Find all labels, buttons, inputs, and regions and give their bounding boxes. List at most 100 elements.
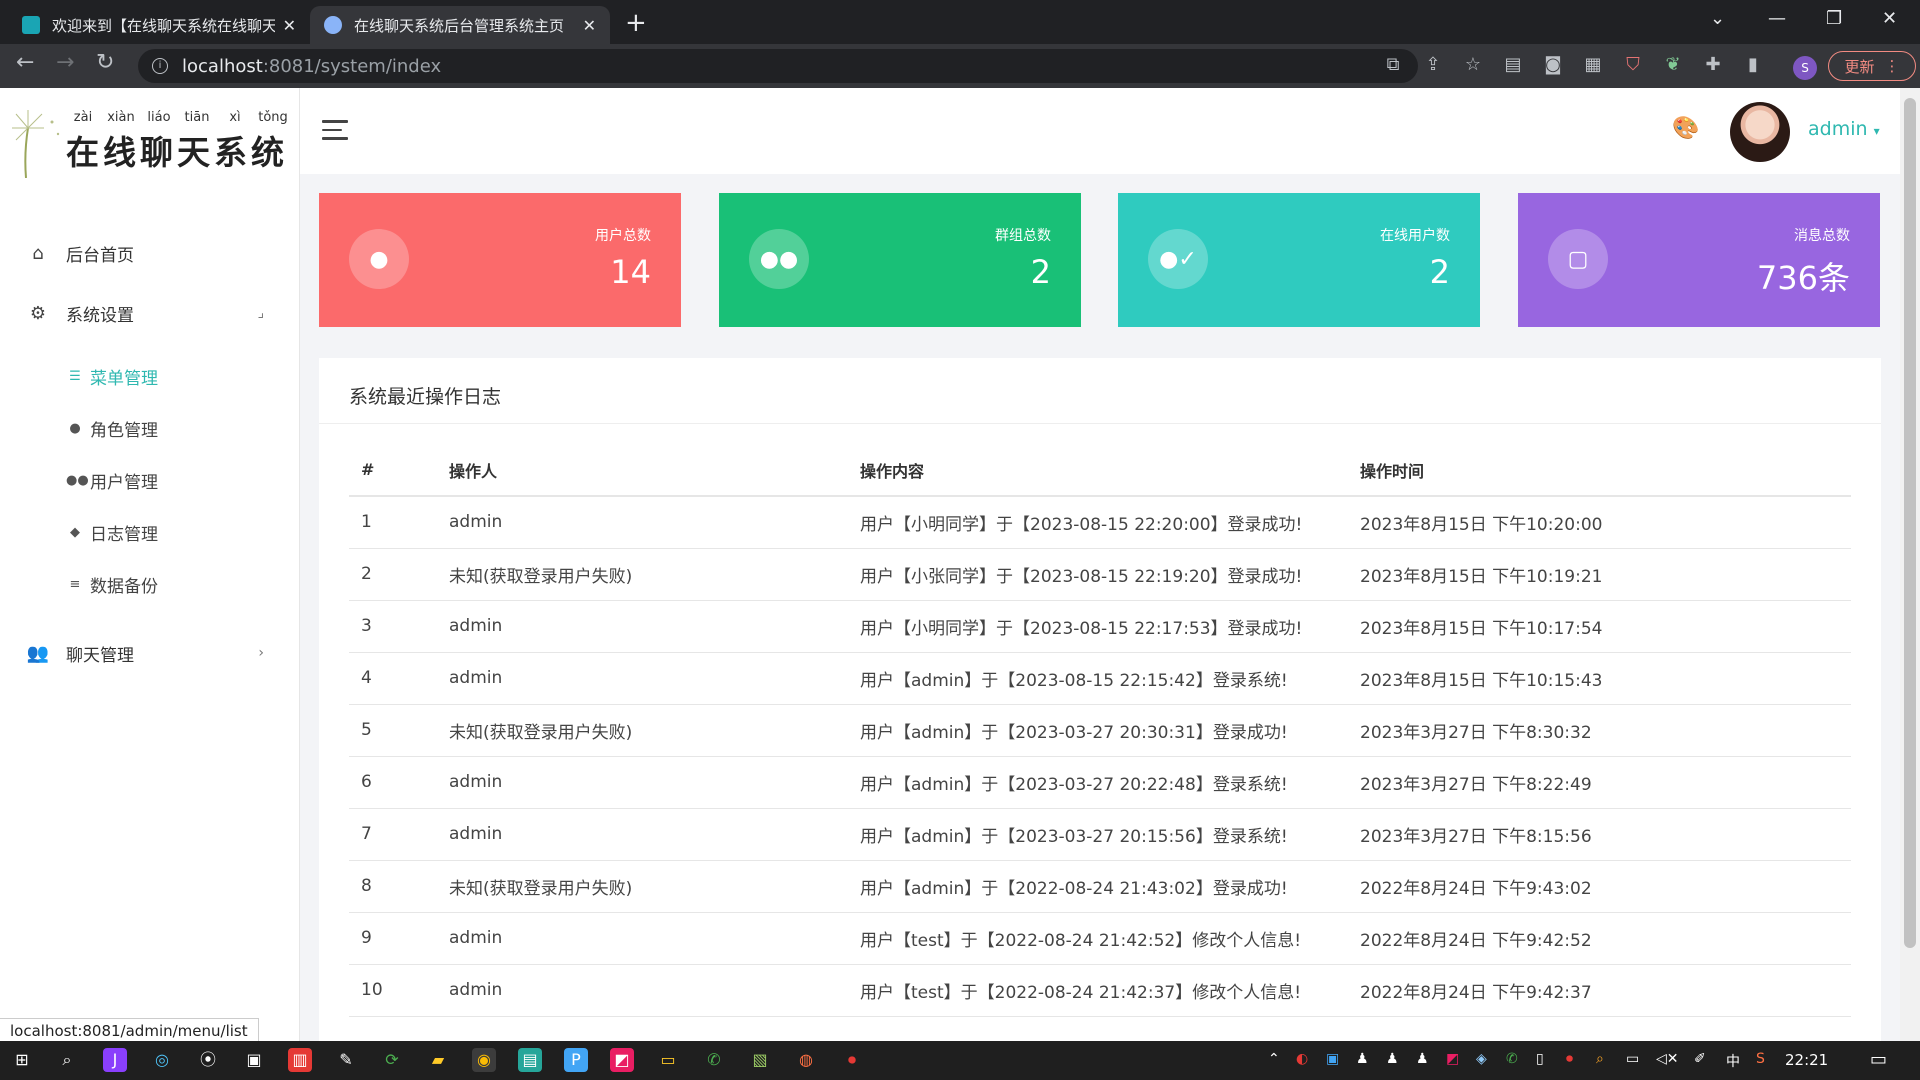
tag-icon: ◆ <box>70 524 80 540</box>
address-bar[interactable]: i localhost:8081/system/index <box>138 49 1418 83</box>
tray-qq-icon[interactable]: ♟ <box>1416 1051 1429 1067</box>
extension-leaf-icon[interactable]: ❦ <box>1660 52 1686 78</box>
cell-content: 用户【admin】于【2023-03-27 20:22:48】登录系统! <box>848 756 1348 809</box>
windows-start-icon[interactable]: ⊞ <box>10 1048 34 1072</box>
edge-app-icon[interactable]: ◎ <box>150 1048 174 1072</box>
sidebar-item-system-settings[interactable]: ⚙ 系统设置 ⌟ <box>0 293 300 333</box>
tray-app-icon[interactable]: ◈ <box>1476 1051 1487 1067</box>
tool-app-icon[interactable]: ✎ <box>334 1048 358 1072</box>
hamburger-menu-icon[interactable] <box>322 120 348 140</box>
tray-network-icon[interactable]: ▭ <box>1626 1051 1639 1067</box>
close-icon[interactable]: ✕ <box>283 16 296 35</box>
tray-app-icon[interactable]: ▣ <box>1326 1051 1339 1067</box>
user-icon: ● <box>349 229 409 289</box>
taskbar-clock[interactable]: 22:21 <box>1785 1051 1828 1069</box>
side-panel-icon[interactable]: ▮ <box>1740 52 1766 78</box>
column-header-time: 操作时间 <box>1348 444 1851 497</box>
tray-record-icon[interactable]: ⏺ <box>1566 1051 1573 1067</box>
divider <box>319 423 1881 424</box>
profile-avatar[interactable]: S <box>1793 56 1817 80</box>
stat-label: 在线用户数 <box>1380 228 1450 244</box>
new-tab-plus-icon[interactable]: + <box>625 8 647 38</box>
update-button[interactable]: 更新 ⋮ <box>1828 51 1916 81</box>
dandelion-logo-icon <box>12 110 60 178</box>
tray-volume-muted-icon[interactable]: ◁✕ <box>1656 1051 1679 1067</box>
tray-qq-icon[interactable]: ♟ <box>1356 1051 1369 1067</box>
minimize-icon[interactable]: — <box>1768 8 1786 29</box>
wechat-app-icon[interactable]: ✆ <box>702 1048 726 1072</box>
extension-image-icon[interactable]: ▦ <box>1580 52 1606 78</box>
stat-label: 消息总数 <box>1794 228 1850 244</box>
window-close-icon[interactable]: ✕ <box>1882 8 1897 29</box>
avatar[interactable] <box>1730 102 1790 162</box>
editor-app-icon[interactable]: ▧ <box>748 1048 772 1072</box>
tray-search-icon[interactable]: ⌕ <box>1596 1051 1604 1067</box>
explorer-app-icon[interactable]: ▭ <box>656 1048 680 1072</box>
extension-chat-icon[interactable]: ▤ <box>1500 52 1526 78</box>
display-app-icon[interactable]: ▣ <box>242 1048 266 1072</box>
back-arrow-icon[interactable]: ← <box>16 50 34 75</box>
sidebar-subitem-data-backup[interactable]: ≡ 数据备份 <box>0 566 300 602</box>
sidebar-subitem-log-management[interactable]: ◆ 日志管理 <box>0 514 300 550</box>
notification-icon[interactable]: ▭ <box>1870 1049 1887 1070</box>
p-app-icon[interactable]: P <box>564 1048 588 1072</box>
tray-expand-icon[interactable]: ⌃ <box>1268 1051 1280 1067</box>
tab-title: 在线聊天系统后台管理系统主页 <box>354 16 565 35</box>
tray-sogou-icon[interactable]: S <box>1756 1051 1765 1067</box>
forward-arrow-icon[interactable]: → <box>56 50 74 75</box>
close-icon[interactable]: ✕ <box>583 16 596 35</box>
open-external-icon[interactable]: ⧉ <box>1380 52 1406 78</box>
palette-icon[interactable]: 🎨 <box>1672 116 1699 141</box>
cell-index: 1 <box>349 496 437 549</box>
column-header-content: 操作内容 <box>848 444 1348 497</box>
search-icon[interactable]: ⌕ <box>55 1048 79 1072</box>
jetbrains-app-icon[interactable]: ◩ <box>610 1048 634 1072</box>
tray-wechat-icon[interactable]: ✆ <box>1506 1051 1518 1067</box>
browser-tab-admin[interactable]: 在线聊天系统后台管理系统主页 ✕ <box>310 6 610 44</box>
tray-weibo-icon[interactable]: ◐ <box>1296 1051 1308 1067</box>
sync-app-icon[interactable]: ⟳ <box>380 1048 404 1072</box>
bookmark-star-icon[interactable]: ☆ <box>1460 52 1486 78</box>
globe-favicon-icon <box>324 16 342 34</box>
gear-icon: ⚙ <box>29 302 47 324</box>
caret-down-icon: ▾ <box>1873 124 1880 138</box>
site-logo[interactable]: zài xiàn liáo tiān xì tǒng 在线聊天系统 <box>8 108 298 178</box>
sidebar-subitem-role-management[interactable]: ● 角色管理 <box>0 410 300 446</box>
sidebar-item-dashboard[interactable]: ⌂ 后台首页 <box>0 233 300 273</box>
tray-ime-indicator[interactable]: 中 <box>1726 1051 1740 1071</box>
reload-icon[interactable]: ↻ <box>96 50 114 75</box>
share-icon[interactable]: ⇪ <box>1420 52 1446 78</box>
cell-index: 10 <box>349 964 437 1017</box>
extension-camera-icon[interactable]: ◙ <box>1540 52 1566 78</box>
sidebar-subitem-user-management[interactable]: ●● 用户管理 <box>0 462 300 498</box>
update-label: 更新 <box>1844 57 1875 76</box>
table-row: 10 admin 用户【test】于【2022-08-24 21:42:37】修改个… <box>349 964 1851 1017</box>
ide-app-icon[interactable]: J <box>103 1048 127 1072</box>
chrome-app-icon[interactable]: ◉ <box>472 1048 496 1072</box>
table-row: 7 admin 用户【admin】于【2023-03-27 20:15:56】登录系… <box>349 808 1851 861</box>
notes-app-icon[interactable]: ▤ <box>518 1048 542 1072</box>
site-info-icon[interactable]: i <box>152 58 168 74</box>
sidebar-item-chat-management[interactable]: 👥 聊天管理 › <box>0 633 300 673</box>
extension-shield-icon[interactable]: ⛉ <box>1620 52 1646 78</box>
scrollbar-thumb[interactable] <box>1904 98 1916 948</box>
sidebar-subitem-menu-management[interactable]: ☰ 菜单管理 <box>0 358 300 394</box>
tray-pen-icon[interactable]: ✐ <box>1694 1051 1706 1067</box>
sidebar-item-label: 后台首页 <box>66 245 134 266</box>
user-menu[interactable]: admin ▾ <box>1808 118 1880 140</box>
tray-app-icon[interactable]: ◩ <box>1446 1051 1459 1067</box>
page-scrollbar[interactable] <box>1900 88 1920 1041</box>
extensions-puzzle-icon[interactable]: ✚ <box>1700 52 1726 78</box>
record-app-icon[interactable]: ⦿ <box>196 1048 220 1072</box>
folder-app-icon[interactable]: ▰ <box>426 1048 450 1072</box>
tray-qq-icon[interactable]: ♟ <box>1386 1051 1399 1067</box>
recorder-app-icon[interactable]: ⏺ <box>840 1048 864 1072</box>
firefox-app-icon[interactable]: ◍ <box>794 1048 818 1072</box>
tray-mic-icon[interactable]: ▯ <box>1536 1051 1544 1067</box>
office-app-icon[interactable]: ▥ <box>288 1048 312 1072</box>
restore-icon[interactable]: ❐ <box>1826 8 1842 29</box>
sidebar-subitem-label: 用户管理 <box>90 472 158 493</box>
sidebar-item-label: 系统设置 <box>66 305 134 326</box>
browser-tab-welcome[interactable]: 欢迎来到【在线聊天系统在线聊天 ✕ <box>8 6 310 44</box>
tab-search-chevron-icon[interactable]: ⌄ <box>1710 8 1725 29</box>
